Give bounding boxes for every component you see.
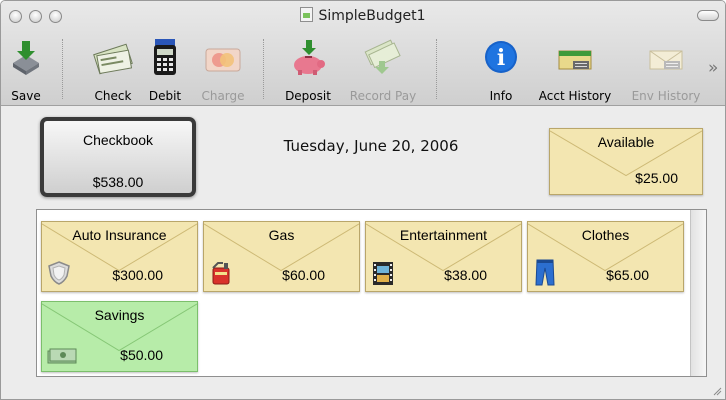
envelope-savings[interactable]: Savings $50.00 xyxy=(41,301,198,372)
check-icon xyxy=(93,43,133,75)
envelope-amount: $65.00 xyxy=(606,267,649,283)
film-icon xyxy=(373,262,393,285)
charge-card-icon xyxy=(205,48,241,72)
shield-icon xyxy=(48,261,70,285)
resize-grip-icon[interactable] xyxy=(712,386,722,396)
deposit-label: Deposit xyxy=(285,89,331,103)
envelope-list-scrollbar[interactable] xyxy=(690,210,706,376)
checkbook-label: Checkbook xyxy=(82,132,154,148)
title-toolbar-area: SimpleBudget1 Save Check Debit Charge De… xyxy=(1,1,725,106)
charge-button[interactable]: Charge xyxy=(196,37,250,105)
piggy-bank-icon xyxy=(294,40,325,75)
check-button[interactable]: Check xyxy=(86,37,140,105)
env-history-button[interactable]: Env History xyxy=(624,37,708,105)
account-history-icon xyxy=(558,50,592,70)
envelope-gas[interactable]: Gas $60.00 xyxy=(203,221,360,292)
envelope-name: Auto Insurance xyxy=(72,227,167,243)
envelope-name: Savings xyxy=(94,307,145,323)
jeans-icon xyxy=(535,259,555,286)
acct-history-button[interactable]: Acct History xyxy=(530,37,620,105)
info-label: Info xyxy=(489,89,513,103)
record-pay-label: Record Pay xyxy=(349,89,417,103)
debit-button[interactable]: Debit xyxy=(144,37,186,105)
toolbar-separator xyxy=(263,39,264,99)
available-amount: $25.00 xyxy=(635,170,678,186)
info-icon: i xyxy=(485,41,517,73)
document-icon xyxy=(300,7,314,22)
record-pay-button[interactable]: Record Pay xyxy=(343,37,423,105)
app-window: SimpleBudget1 Save Check Debit Charge De… xyxy=(0,0,726,400)
envelope-history-icon xyxy=(649,50,683,70)
charge-label: Charge xyxy=(201,89,245,103)
svg-text:i: i xyxy=(497,45,505,71)
current-date: Tuesday, June 20, 2006 xyxy=(283,137,459,155)
toolbar-toggle-button[interactable] xyxy=(697,10,719,21)
money-icon xyxy=(47,348,77,364)
envelope-auto-insurance[interactable]: Auto Insurance $300.00 xyxy=(41,221,198,292)
available-envelope[interactable]: Available $25.00 xyxy=(549,128,703,195)
envelope-list: Auto Insurance $300.00 Gas $60.00 Entert… xyxy=(36,209,707,377)
env-history-label: Env History xyxy=(631,89,701,103)
toolbar-separator xyxy=(436,39,437,99)
window-title: SimpleBudget1 xyxy=(318,8,426,24)
check-label: Check xyxy=(94,89,132,103)
envelope-clothes[interactable]: Clothes $65.00 xyxy=(527,221,684,292)
envelope-name: Gas xyxy=(268,227,295,243)
deposit-button[interactable]: Deposit xyxy=(277,37,339,105)
envelope-amount: $300.00 xyxy=(112,267,163,283)
available-label: Available xyxy=(597,134,655,150)
save-icon xyxy=(13,41,39,75)
toolbar-separator xyxy=(62,39,63,99)
acct-history-label: Acct History xyxy=(538,89,612,103)
envelope-name: Entertainment xyxy=(399,227,488,243)
checkbook-balance: $538.00 xyxy=(92,174,144,190)
envelope-amount: $60.00 xyxy=(282,267,325,283)
checkbook-account-button[interactable]: Checkbook $538.00 xyxy=(40,117,196,197)
info-button[interactable]: i Info xyxy=(479,37,523,105)
toolbar-overflow-chevron[interactable]: » xyxy=(708,58,718,78)
record-pay-icon xyxy=(364,39,401,74)
envelope-amount: $38.00 xyxy=(444,267,487,283)
envelope-name: Clothes xyxy=(581,227,630,243)
gas-can-icon xyxy=(212,262,230,285)
envelope-amount: $50.00 xyxy=(120,347,163,363)
save-button[interactable]: Save xyxy=(1,37,51,105)
debit-terminal-icon xyxy=(154,39,176,75)
envelope-entertainment[interactable]: Entertainment $38.00 xyxy=(365,221,522,292)
debit-label: Debit xyxy=(148,89,182,103)
save-label: Save xyxy=(11,89,41,103)
window-title-bar: SimpleBudget1 xyxy=(1,7,725,24)
